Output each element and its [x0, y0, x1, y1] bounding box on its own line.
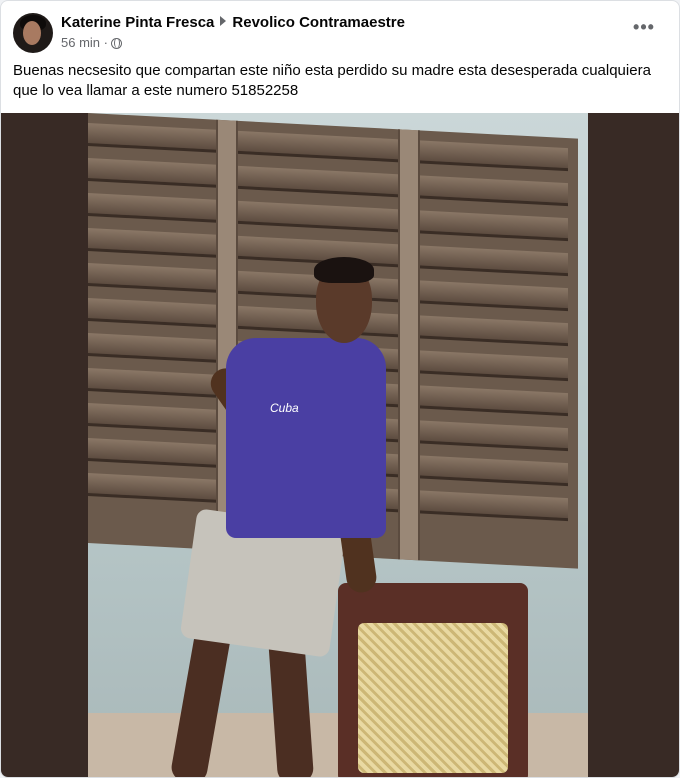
post-card: Katerine Pinta Fresca Revolico Contramaes…	[0, 0, 680, 778]
more-options-button[interactable]: •••	[631, 18, 657, 41]
window-mullion	[398, 129, 420, 561]
post-time[interactable]: 56 min ·	[61, 35, 108, 50]
post-photo-container[interactable]: Cuba	[1, 113, 679, 777]
author-avatar[interactable]	[13, 13, 53, 53]
post-text: Buenas necsesito que compartan este niño…	[13, 62, 651, 99]
person-hair	[314, 257, 374, 283]
post-header: Katerine Pinta Fresca Revolico Contramaes…	[13, 13, 667, 53]
group-name[interactable]: Revolico Contramaestre	[232, 14, 405, 31]
post-title-line: Katerine Pinta Fresca Revolico Contramaes…	[61, 14, 405, 31]
post-meta: 56 min ·	[61, 35, 122, 50]
chair-seat	[358, 623, 508, 773]
person-shirt	[226, 338, 386, 538]
post-photo[interactable]: Cuba	[88, 113, 588, 777]
play-arrow-icon	[220, 16, 227, 26]
shirt-print: Cuba	[270, 401, 299, 415]
author-name[interactable]: Katerine Pinta Fresca	[61, 14, 214, 31]
globe-icon	[110, 38, 122, 49]
avatar-face	[23, 21, 41, 45]
